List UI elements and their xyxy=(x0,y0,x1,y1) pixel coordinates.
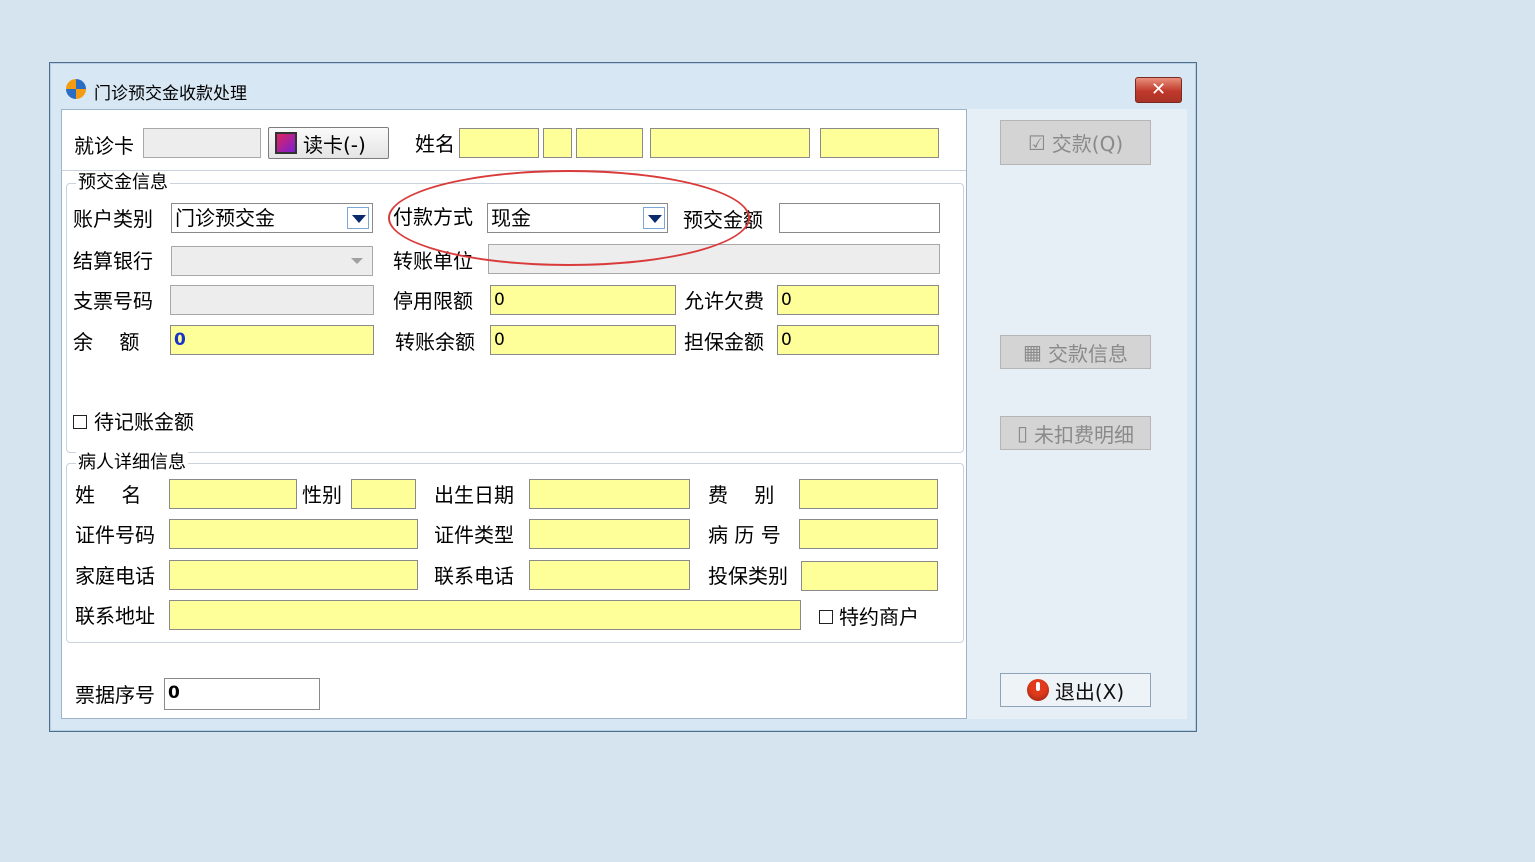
special-merchant-checkbox[interactable] xyxy=(819,610,833,624)
close-button[interactable]: ✕ xyxy=(1135,77,1182,103)
main-panel: 就诊卡 读卡(-) 姓名 预交金信息 账户类别 门诊预交金 付款方式 现金 预交… xyxy=(61,109,967,719)
top-name-field-3[interactable] xyxy=(576,128,643,158)
prepay-group-title: 预交金信息 xyxy=(76,172,170,194)
payment-method-value: 现金 xyxy=(491,206,531,230)
record-no-input[interactable] xyxy=(799,519,938,549)
balance-input[interactable]: 0 xyxy=(170,325,374,355)
unpaid-detail-button[interactable]: ▯ 未扣费明细 xyxy=(1000,416,1151,450)
divider xyxy=(62,170,966,171)
id-type-label: 证件类型 xyxy=(434,523,514,547)
account-type-value: 门诊预交金 xyxy=(175,206,275,230)
contact-phone-input[interactable] xyxy=(529,560,690,590)
transfer-balance-input[interactable]: 0 xyxy=(490,325,676,355)
birth-label: 出生日期 xyxy=(434,483,514,507)
power-icon xyxy=(1026,679,1049,701)
birth-input[interactable] xyxy=(529,479,690,509)
prepay-amount-label: 预交金额 xyxy=(683,208,763,232)
gender-label: 性别 xyxy=(302,483,342,507)
read-card-label: 读卡(-) xyxy=(303,132,366,157)
account-type-label: 账户类别 xyxy=(73,207,153,231)
pending-checkbox[interactable] xyxy=(73,415,87,429)
window-title: 门诊预交金收款处理 xyxy=(94,84,247,104)
exit-button[interactable]: 退出(X) xyxy=(1000,673,1151,707)
clipboard-icon: ▯ xyxy=(1016,421,1028,445)
transfer-unit-input[interactable] xyxy=(488,244,940,274)
patient-group-title: 病人详细信息 xyxy=(76,452,188,474)
special-merchant-label: 特约商户 xyxy=(839,605,919,629)
stop-limit-label: 停用限额 xyxy=(393,289,473,313)
allow-debt-input[interactable]: 0 xyxy=(777,285,939,315)
patient-name-input[interactable] xyxy=(169,479,297,509)
id-no-label: 证件号码 xyxy=(75,523,155,547)
address-label: 联系地址 xyxy=(75,604,155,628)
patient-name-label: 姓 名 xyxy=(75,483,142,507)
balance-label: 余 额 xyxy=(73,330,140,354)
pay-button-label: 交款(Q) xyxy=(1051,132,1124,156)
receipt-label: 票据序号 xyxy=(75,683,155,707)
contact-phone-label: 联系电话 xyxy=(434,564,514,588)
top-name-field-5[interactable] xyxy=(820,128,939,158)
top-name-field-4[interactable] xyxy=(650,128,810,158)
account-type-select[interactable]: 门诊预交金 xyxy=(171,203,373,233)
chevron-down-icon[interactable] xyxy=(347,250,369,272)
top-name-label: 姓名 xyxy=(415,132,455,156)
title-bar: 门诊预交金收款处理 ✕ xyxy=(50,63,1196,109)
id-no-input[interactable] xyxy=(169,519,418,549)
pay-info-button[interactable]: ▦ 交款信息 xyxy=(1000,335,1151,369)
bank-label: 结算银行 xyxy=(73,249,153,273)
chevron-down-icon[interactable] xyxy=(643,207,665,229)
guarantee-label: 担保金额 xyxy=(684,330,764,354)
allow-debt-label: 允许欠费 xyxy=(684,289,764,313)
card-input[interactable] xyxy=(143,128,261,158)
guarantee-input[interactable]: 0 xyxy=(777,325,939,355)
payment-method-select[interactable]: 现金 xyxy=(487,203,668,233)
transfer-unit-label: 转账单位 xyxy=(393,249,473,273)
transfer-balance-label: 转账余额 xyxy=(395,330,475,354)
action-panel: ☑ 交款(Q) ▦ 交款信息 ▯ 未扣费明细 退出(X) xyxy=(967,109,1187,719)
insurance-label: 投保类别 xyxy=(708,564,788,588)
exit-label: 退出(X) xyxy=(1054,679,1125,704)
bank-select[interactable] xyxy=(171,246,373,276)
chevron-down-icon[interactable] xyxy=(347,207,369,229)
pay-button[interactable]: ☑ 交款(Q) xyxy=(1000,120,1151,165)
address-input[interactable] xyxy=(169,600,801,630)
fee-type-label: 费 别 xyxy=(708,483,775,507)
read-card-button[interactable]: 读卡(-) xyxy=(268,127,389,159)
gender-input[interactable] xyxy=(351,479,416,509)
pay-info-label: 交款信息 xyxy=(1047,341,1128,366)
check-no-label: 支票号码 xyxy=(73,289,153,313)
record-no-label: 病 历 号 xyxy=(708,523,781,547)
calculator-icon: ▦ xyxy=(1023,340,1042,364)
prepay-amount-input[interactable] xyxy=(779,203,940,233)
insurance-input[interactable] xyxy=(801,561,938,591)
top-name-field-2[interactable] xyxy=(543,128,572,158)
checkmark-icon: ☑ xyxy=(1027,130,1046,155)
card-label: 就诊卡 xyxy=(74,134,134,158)
home-phone-input[interactable] xyxy=(169,560,418,590)
app-logo-icon xyxy=(66,79,86,99)
unpaid-detail-label: 未扣费明细 xyxy=(1034,422,1134,447)
payment-method-label: 付款方式 xyxy=(393,205,473,229)
pending-label: 待记账金额 xyxy=(94,410,194,434)
top-name-field-1[interactable] xyxy=(459,128,539,158)
id-type-input[interactable] xyxy=(529,519,690,549)
fee-type-input[interactable] xyxy=(799,479,938,509)
prepay-window: 门诊预交金收款处理 ✕ 就诊卡 读卡(-) 姓名 预交金信息 账户类别 门诊预交… xyxy=(49,62,1197,732)
check-no-input[interactable] xyxy=(170,285,374,315)
card-reader-icon xyxy=(275,132,297,154)
stop-limit-input[interactable]: 0 xyxy=(490,285,676,315)
receipt-input[interactable]: 0 xyxy=(164,678,320,710)
home-phone-label: 家庭电话 xyxy=(75,564,155,588)
